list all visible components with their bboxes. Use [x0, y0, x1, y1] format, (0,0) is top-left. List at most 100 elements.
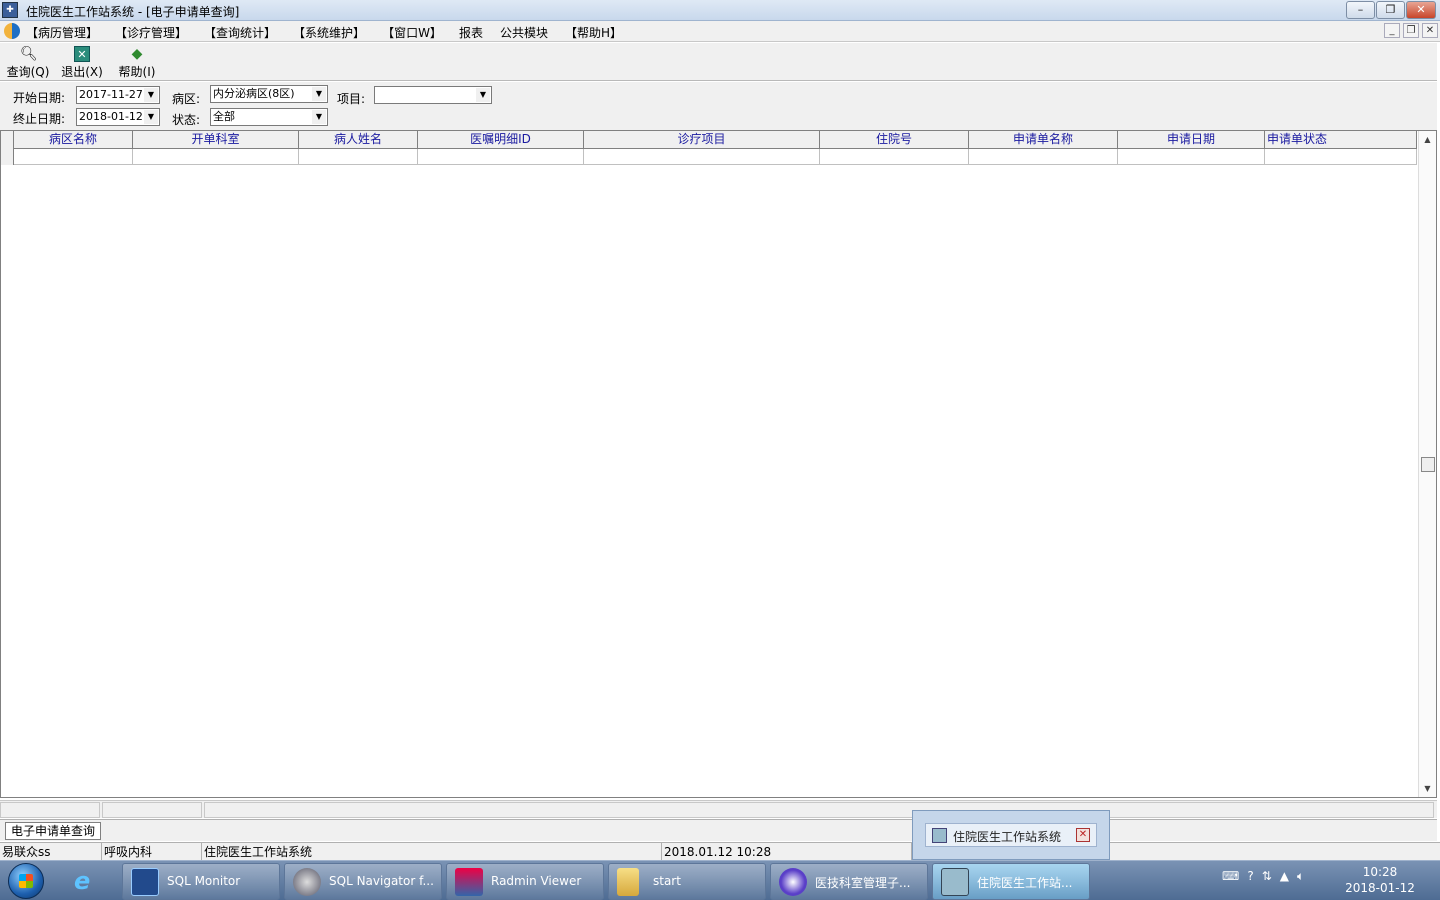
row-indicator-header [1, 131, 14, 149]
window-title: 住院医生工作站系统 - [电子申请单查询] [26, 5, 240, 19]
ward-select[interactable]: 内分泌病区(8区) ▼ [210, 85, 328, 103]
status-system: 住院医生工作站系统 [202, 843, 662, 861]
system-tray: ⌨ ? ⇅ ▲ 🔈︎ [1222, 869, 1312, 884]
chevron-down-icon[interactable]: ▼ [144, 88, 158, 102]
show-hidden-icons-icon[interactable]: ▲ [1280, 869, 1289, 884]
end-date-label: 终止日期: [13, 112, 66, 126]
chevron-down-icon[interactable]: ▼ [476, 88, 490, 102]
table-cell[interactable] [820, 149, 969, 165]
help-button-label: 帮助(I) [118, 65, 156, 79]
panel-segment [0, 802, 100, 818]
mdi-minimize-button[interactable]: _ [1384, 23, 1400, 38]
column-header-request-name[interactable]: 申请单名称 [969, 131, 1118, 149]
chevron-down-icon[interactable]: ▼ [312, 87, 326, 101]
doctor-app-icon [932, 828, 947, 843]
row-indicator[interactable] [1, 149, 14, 165]
help-button[interactable]: ◆ 帮助(I) [113, 46, 161, 80]
table-cell[interactable] [1118, 149, 1265, 165]
title-bar: ✚ 住院医生工作站系统 - [电子申请单查询] – ❐ ✕ [0, 0, 1440, 21]
internet-explorer-icon[interactable]: e [74, 867, 102, 895]
mdi-close-button[interactable]: ✕ [1422, 23, 1438, 38]
table-cell[interactable] [299, 149, 418, 165]
table-cell[interactable] [969, 149, 1118, 165]
table-cell[interactable] [418, 149, 584, 165]
doctor-app-icon [941, 868, 969, 896]
table-cell[interactable] [1265, 149, 1417, 165]
table-cell[interactable] [14, 149, 133, 165]
status-department: 呼吸内科 [102, 843, 202, 861]
query-button[interactable]: 🔍︎ 查询(Q) [4, 46, 52, 80]
start-date-picker[interactable]: 2017-11-27 ▼ [76, 86, 160, 104]
minimized-window-popup[interactable]: 住院医生工作站系统 ✕ [912, 810, 1110, 860]
column-header-request-date[interactable]: 申请日期 [1118, 131, 1265, 149]
table-row[interactable] [1, 149, 1417, 165]
column-header-ward[interactable]: 病区名称 [14, 131, 133, 149]
close-icon[interactable]: ✕ [1076, 828, 1090, 842]
mdi-restore-button[interactable]: ❐ [1403, 23, 1419, 38]
menu-treatment[interactable]: 【诊疗管理】 [115, 24, 187, 41]
panel-segment [102, 802, 202, 818]
keyboard-icon[interactable]: ⌨ [1222, 869, 1239, 884]
ward-value: 内分泌病区(8区) [213, 87, 295, 100]
exit-button[interactable]: ✕ 退出(X) [58, 46, 106, 80]
volume-icon[interactable]: 🔈︎ [1297, 869, 1304, 884]
taskbar-radmin-viewer[interactable]: Radmin Viewer [446, 863, 604, 900]
column-header-treatment-item[interactable]: 诊疗项目 [584, 131, 820, 149]
taskbar-label: start [653, 874, 681, 888]
column-header-order-detail-id[interactable]: 医嘱明细ID [418, 131, 584, 149]
status-bar: 易联众ss 呼吸内科 住院医生工作站系统 2018.01.12 10:28 [0, 842, 1440, 861]
menu-help[interactable]: 【帮助H】 [565, 24, 622, 41]
scroll-thumb[interactable] [1421, 457, 1435, 472]
chevron-down-icon[interactable]: ▼ [144, 110, 158, 124]
toolbar: 🔍︎ 查询(Q) ✕ 退出(X) ◆ 帮助(I) [0, 43, 1437, 81]
end-date-picker[interactable]: 2018-01-12 ▼ [76, 108, 160, 126]
item-label: 项目: [337, 92, 366, 106]
clock[interactable]: 10:28 2018-01-12 [1340, 864, 1420, 896]
taskbar: e SQL Monitor SQL Navigator f... Radmin … [0, 860, 1440, 900]
menu-reports[interactable]: 报表 [459, 24, 483, 41]
popup-window-item[interactable]: 住院医生工作站系统 ✕ [925, 823, 1097, 847]
network-icon[interactable]: ⇅ [1262, 869, 1272, 884]
vertical-scrollbar[interactable]: ▲ ▼ [1418, 131, 1436, 797]
popup-title: 住院医生工作站系统 [953, 830, 1062, 844]
request-grid[interactable]: 病区名称 开单科室 病人姓名 医嘱明细ID 诊疗项目 住院号 申请单名称 申请日… [0, 130, 1437, 798]
taskbar-sql-monitor[interactable]: SQL Monitor [122, 863, 280, 900]
filter-panel: 开始日期: 2017-11-27 ▼ 终止日期: 2018-01-12 ▼ 病区… [0, 82, 1437, 130]
table-cell[interactable] [584, 149, 820, 165]
column-header-request-status[interactable]: 申请单状态 [1265, 131, 1417, 149]
taskbar-start-folder[interactable]: start [608, 863, 766, 900]
menu-window[interactable]: 【窗口W】 [382, 24, 442, 41]
taskbar-label: SQL Navigator f... [329, 874, 434, 888]
menu-public-module[interactable]: 公共模块 [500, 24, 548, 41]
taskbar-doctor-workstation[interactable]: 住院医生工作站... [932, 863, 1090, 900]
column-header-department[interactable]: 开单科室 [133, 131, 299, 149]
tab-electronic-request-query[interactable]: 电子申请单查询 [5, 822, 102, 840]
help-icon[interactable]: ? [1247, 869, 1253, 884]
scroll-down-icon[interactable]: ▼ [1419, 780, 1436, 797]
status-select[interactable]: 全部 ▼ [210, 108, 328, 126]
close-button[interactable]: ✕ [1406, 1, 1436, 19]
scroll-up-icon[interactable]: ▲ [1419, 131, 1436, 148]
ward-label: 病区: [172, 92, 201, 106]
system-menu-icon[interactable] [4, 23, 20, 39]
taskbar-sql-navigator[interactable]: SQL Navigator f... [284, 863, 442, 900]
taskbar-label: Radmin Viewer [491, 874, 582, 888]
start-button[interactable] [8, 863, 44, 899]
menu-query-stats[interactable]: 【查询统计】 [204, 24, 276, 41]
restore-button[interactable]: ❐ [1376, 1, 1405, 19]
chevron-down-icon[interactable]: ▼ [312, 110, 326, 124]
status-datetime: 2018.01.12 10:28 [662, 843, 912, 861]
column-header-patient-name[interactable]: 病人姓名 [299, 131, 418, 149]
taskbar-label: SQL Monitor [167, 874, 241, 888]
clock-date: 2018-01-12 [1345, 881, 1415, 895]
column-header-inpatient-no[interactable]: 住院号 [820, 131, 969, 149]
search-icon: 🔍︎ [20, 46, 38, 62]
item-select[interactable]: ▼ [374, 86, 492, 104]
minimize-button[interactable]: – [1346, 1, 1375, 19]
menu-system-maintenance[interactable]: 【系统维护】 [293, 24, 365, 41]
status-label: 状态: [172, 113, 201, 127]
taskbar-medtech-management[interactable]: 医技科室管理子... [770, 863, 928, 900]
menu-medical-records[interactable]: 【病历管理】 [26, 24, 98, 41]
medtech-app-icon [779, 868, 807, 896]
table-cell[interactable] [133, 149, 299, 165]
